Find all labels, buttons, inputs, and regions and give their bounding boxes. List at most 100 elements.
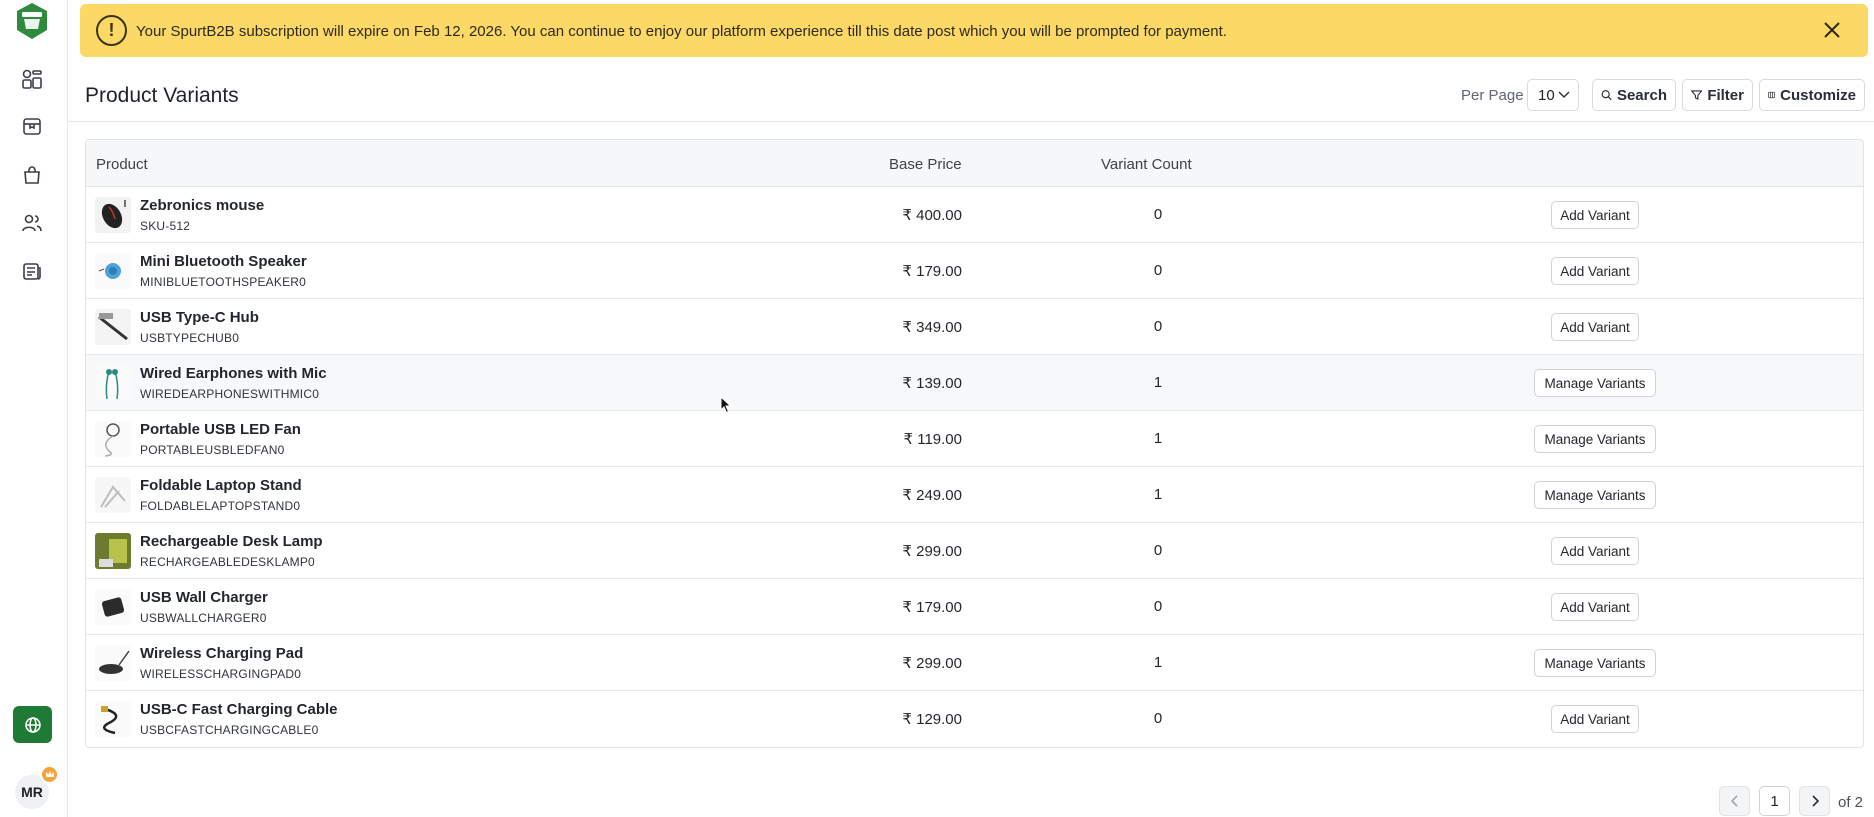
- add-variant-button[interactable]: Add Variant: [1551, 313, 1639, 341]
- add-variant-button[interactable]: Add Variant: [1551, 593, 1639, 621]
- table-row: Wireless Charging Pad WIRELESSCHARGINGPAD…: [86, 635, 1863, 691]
- base-price: ₹ 179.00: [902, 263, 962, 280]
- variant-count: 1: [1153, 430, 1163, 447]
- table-row: USB-C Fast Charging Cable USBCFASTCHARGIN…: [86, 691, 1863, 747]
- product-sku: MINIBLUETOOTHSPEAKER0: [140, 275, 307, 289]
- table-row: Zebronics mouse SKU-512 ₹ 400.00 0 Add Varia…: [86, 187, 1863, 243]
- product-thumbnail: [95, 365, 131, 401]
- table-row: USB Wall Charger USBWALLCHARGER0 ₹ 179.00 0…: [86, 579, 1863, 635]
- add-variant-button[interactable]: Add Variant: [1551, 705, 1639, 733]
- columns-icon: [1768, 91, 1776, 99]
- product-sku: SKU-512: [140, 219, 191, 233]
- product-thumbnail: [95, 197, 131, 233]
- orders-bag-icon[interactable]: [19, 162, 45, 188]
- table-row: USB Type-C Hub USBTYPECHUB0 ₹ 349.00 0 Add V…: [86, 299, 1863, 355]
- reports-icon[interactable]: [19, 258, 45, 284]
- base-price: ₹ 119.00: [903, 431, 962, 448]
- close-icon[interactable]: [1820, 18, 1844, 42]
- product-variants-table: Product Base Price Variant Count Zebroni…: [85, 139, 1864, 748]
- manage-variants-button[interactable]: Manage Variants: [1534, 369, 1656, 397]
- base-price: ₹ 299.00: [902, 655, 962, 672]
- product-thumbnail: [95, 477, 131, 513]
- page-header: Product Variants Per Page 10 Search Filt…: [68, 60, 1874, 122]
- banner-message: Your SpurtB2B subscription will expire o…: [136, 23, 1227, 40]
- sidebar: MR: [0, 0, 68, 817]
- product-name: Wireless Charging Pad: [140, 645, 304, 662]
- chevron-right-icon: [1811, 795, 1819, 807]
- table-row: Portable USB LED Fan PORTABLEUSBLEDFAN0 ₹ …: [86, 411, 1863, 467]
- catalog-icon[interactable]: [19, 113, 45, 139]
- globe-icon[interactable]: [13, 706, 52, 743]
- filter-icon: [1691, 90, 1703, 100]
- product-name: Rechargeable Desk Lamp: [140, 533, 323, 550]
- product-thumbnail: [95, 309, 131, 345]
- current-page-input[interactable]: 1: [1759, 786, 1790, 816]
- product-name: USB Type-C Hub: [140, 309, 259, 326]
- variant-count: 0: [1153, 598, 1163, 615]
- base-price: ₹ 249.00: [902, 487, 962, 504]
- prev-page-button[interactable]: [1719, 786, 1750, 816]
- variant-count: 0: [1153, 542, 1163, 559]
- next-page-button[interactable]: [1799, 786, 1830, 816]
- table-row: Foldable Laptop Stand FOLDABLELAPTOPSTAND…: [86, 467, 1863, 523]
- add-variant-button[interactable]: Add Variant: [1551, 537, 1639, 565]
- table-row: Mini Bluetooth Speaker MINIBLUETOOTHSPEAK…: [86, 243, 1863, 299]
- add-variant-button[interactable]: Add Variant: [1551, 257, 1639, 285]
- product-sku: USBCFASTCHARGINGCABLE0: [140, 723, 319, 737]
- dashboard-icon[interactable]: [19, 66, 45, 92]
- product-thumbnail: [95, 533, 131, 569]
- variant-count: 1: [1153, 654, 1163, 671]
- base-price: ₹ 299.00: [902, 543, 962, 560]
- variant-count: 1: [1153, 486, 1163, 503]
- product-name: Zebronics mouse: [140, 197, 265, 214]
- page-title: Product Variants: [85, 84, 239, 107]
- column-header-base-price: Base Price: [889, 156, 962, 173]
- variant-count: 0: [1153, 318, 1163, 335]
- product-name: Mini Bluetooth Speaker: [140, 253, 307, 270]
- app-logo[interactable]: [15, 2, 49, 40]
- per-page-select[interactable]: 10: [1527, 79, 1579, 111]
- chevron-left-icon: [1730, 795, 1738, 807]
- product-sku: USBTYPECHUB0: [140, 331, 240, 345]
- mouse-cursor-icon: [720, 395, 732, 419]
- customize-button[interactable]: Customize: [1759, 79, 1865, 111]
- per-page-value: 10: [1538, 86, 1555, 104]
- filter-button-label: Filter: [1707, 86, 1744, 104]
- base-price: ₹ 349.00: [902, 319, 962, 336]
- product-sku: RECHARGEABLEDESKLAMP0: [140, 555, 315, 569]
- search-button[interactable]: Search: [1592, 79, 1676, 111]
- customers-icon[interactable]: [19, 210, 45, 236]
- variant-count: 0: [1153, 206, 1163, 223]
- product-sku: USBWALLCHARGER0: [140, 611, 267, 625]
- manage-variants-button[interactable]: Manage Variants: [1534, 481, 1656, 509]
- exclamation-icon: !: [96, 15, 127, 46]
- product-sku: FOLDABLELAPTOPSTAND0: [140, 499, 301, 513]
- column-header-variant-count: Variant Count: [1101, 156, 1192, 173]
- add-variant-button[interactable]: Add Variant: [1551, 201, 1639, 229]
- per-page-label: Per Page: [1461, 87, 1524, 104]
- search-icon: [1601, 90, 1612, 101]
- product-thumbnail: [95, 421, 131, 457]
- customize-button-label: Customize: [1780, 86, 1856, 104]
- product-name: USB Wall Charger: [140, 589, 268, 606]
- search-button-label: Search: [1616, 86, 1667, 104]
- manage-variants-button[interactable]: Manage Variants: [1534, 425, 1656, 453]
- table-row: Wired Earphones with Mic WIREDEARPHONESWI…: [86, 355, 1863, 411]
- product-name: Portable USB LED Fan: [140, 421, 301, 438]
- variant-count: 0: [1153, 710, 1163, 727]
- base-price: ₹ 139.00: [902, 375, 962, 392]
- table-body: Zebronics mouse SKU-512 ₹ 400.00 0 Add Varia…: [86, 187, 1863, 747]
- product-thumbnail: [95, 645, 131, 681]
- product-name: Wired Earphones with Mic: [140, 365, 327, 382]
- crown-badge-icon: [40, 765, 59, 784]
- manage-variants-button[interactable]: Manage Variants: [1534, 649, 1656, 677]
- product-thumbnail: [95, 589, 131, 625]
- filter-button[interactable]: Filter: [1682, 79, 1753, 111]
- product-sku: WIREDEARPHONESWITHMIC0: [140, 387, 320, 401]
- product-name: Foldable Laptop Stand: [140, 477, 302, 494]
- page-total-label: of 2: [1838, 794, 1864, 811]
- variant-count: 0: [1153, 262, 1163, 279]
- column-header-product: Product: [96, 156, 148, 173]
- base-price: ₹ 129.00: [902, 711, 962, 728]
- base-price: ₹ 179.00: [902, 599, 962, 616]
